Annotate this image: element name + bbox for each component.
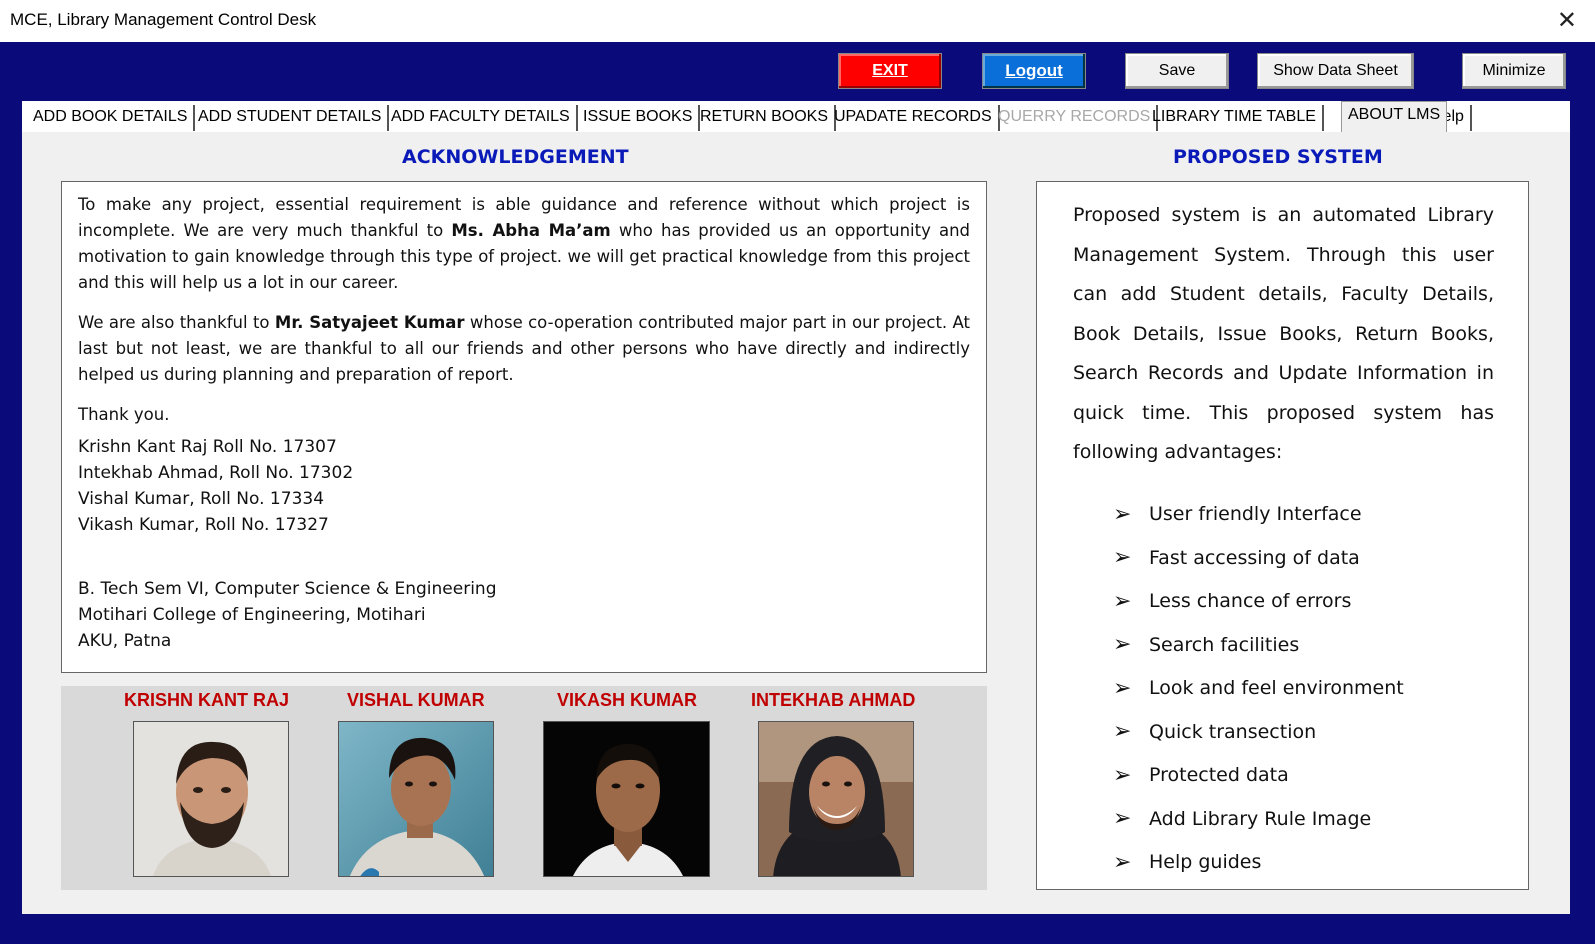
tab-querry-records: QUERRY RECORDS xyxy=(992,105,1159,131)
tab-issue-books[interactable]: ISSUE BOOKS xyxy=(577,105,701,131)
tab-library-time-table[interactable]: LIBRARY TIME TABLE xyxy=(1146,105,1324,131)
college-line: B. Tech Sem VI, Computer Science & Engin… xyxy=(78,579,497,599)
advantage-text: Protected data xyxy=(1149,764,1289,787)
logout-button[interactable]: Logout xyxy=(982,53,1086,89)
college-info: B. Tech Sem VI, Computer Science & Engin… xyxy=(78,576,970,654)
advantage-text: Add Library Rule Image xyxy=(1149,807,1372,830)
arrow-bullet-icon: ➢ xyxy=(1113,849,1132,875)
advantage-item: ➢ User friendly Interface xyxy=(1073,493,1494,537)
member-name: VISHAL KUMAR xyxy=(347,690,485,710)
advantage-text: Fast accessing of data xyxy=(1149,546,1360,569)
acknowledgement-text-box: To make any project, essential requireme… xyxy=(61,181,987,673)
advantages-list: ➢ User friendly Interface ➢ Fast accessing… xyxy=(1073,493,1494,885)
save-label: Save xyxy=(1158,62,1196,79)
arrow-bullet-icon: ➢ xyxy=(1113,588,1132,614)
advantage-item: ➢ Add Library Rule Image xyxy=(1073,797,1494,841)
ack-p1-bold: Ms. Abha Ma’am xyxy=(451,221,611,240)
proposed-intro: Proposed system is an automated Library … xyxy=(1073,204,1494,463)
arrow-bullet-icon: ➢ xyxy=(1113,632,1132,658)
tab-add-faculty-details[interactable]: ADD FACULTY DETAILS xyxy=(385,105,578,131)
acknowledgement-heading: ACKNOWLEDGEMENT xyxy=(402,146,629,168)
proposed-system-heading: PROPOSED SYSTEM xyxy=(1173,146,1383,168)
arrow-bullet-icon: ➢ xyxy=(1113,545,1132,571)
member-photo xyxy=(758,721,914,877)
member-photo xyxy=(543,721,710,877)
advantage-item: ➢ Less chance of errors xyxy=(1073,580,1494,624)
arrow-bullet-icon: ➢ xyxy=(1113,762,1132,788)
person-photo-icon xyxy=(759,722,913,876)
person-photo-icon xyxy=(544,722,709,876)
advantage-text: Quick transection xyxy=(1149,720,1317,743)
ack-p2-text-a: We are also thankful to xyxy=(78,313,275,332)
member-photo xyxy=(133,721,289,877)
advantage-item: ➢ Quick transection xyxy=(1073,710,1494,754)
team-roll-list: Krishn Kant Raj Roll No. 17307 Intekhab … xyxy=(78,434,970,538)
close-icon[interactable]: ✕ xyxy=(1557,6,1577,34)
arrow-bullet-icon: ➢ xyxy=(1113,501,1132,527)
ack-paragraph-1: To make any project, essential requireme… xyxy=(78,192,970,296)
person-photo-icon xyxy=(339,722,493,876)
roll-line: Intekhab Ahmad, Roll No. 17302 xyxy=(78,463,354,483)
minimize-label: Minimize xyxy=(1482,62,1546,79)
show-data-sheet-label: Show Data Sheet xyxy=(1273,62,1398,79)
advantage-item: ➢ Look and feel environment xyxy=(1073,667,1494,711)
member-photo xyxy=(338,721,494,877)
advantage-item: ➢ Protected data xyxy=(1073,754,1494,798)
member-name: VIKASH KUMAR xyxy=(557,690,698,710)
exit-button[interactable]: EXIT xyxy=(838,53,942,89)
college-line: Motihari College of Engineering, Motihar… xyxy=(78,605,426,625)
minimize-button[interactable]: Minimize xyxy=(1462,53,1566,89)
tab-upadate-records[interactable]: UPADATE RECORDS xyxy=(828,105,1000,131)
advantage-item: ➢ Search facilities xyxy=(1073,623,1494,667)
arrow-bullet-icon: ➢ xyxy=(1113,719,1132,745)
roll-line: Krishn Kant Raj Roll No. 17307 xyxy=(78,437,337,457)
arrow-bullet-icon: ➢ xyxy=(1113,675,1132,701)
advantage-text: Look and feel environment xyxy=(1149,677,1404,700)
advantage-item: ➢ Fast accessing of data xyxy=(1073,536,1494,580)
ack-p2-bold: Mr. Satyajeet Kumar xyxy=(274,313,465,332)
advantage-text: Less chance of errors xyxy=(1149,590,1352,613)
arrow-bullet-icon: ➢ xyxy=(1113,806,1132,832)
advantage-text: Help guides xyxy=(1149,851,1262,874)
tab-add-student-details[interactable]: ADD STUDENT DETAILS xyxy=(192,105,390,131)
tab-about-lms[interactable]: ABOUT LMS xyxy=(1341,101,1448,132)
proposed-system-box: Proposed system is an automated Library … xyxy=(1036,181,1529,890)
roll-line: Vishal Kumar, Roll No. 17334 xyxy=(78,489,325,509)
person-photo-icon xyxy=(134,722,288,876)
ack-thanks: Thank you. xyxy=(78,405,170,424)
ack-paragraph-2: We are also thankful to Mr. Satyajeet Ku… xyxy=(78,310,970,388)
window-title: MCE, Library Management Control Desk xyxy=(10,10,317,29)
tab-add-book-details[interactable]: ADD BOOK DETAILS xyxy=(27,105,196,131)
show-data-sheet-button[interactable]: Show Data Sheet xyxy=(1257,53,1414,89)
member-name: INTEKHAB AHMAD xyxy=(751,690,916,710)
college-line: AKU, Patna xyxy=(78,631,172,651)
logout-label: Logout xyxy=(1005,61,1063,80)
save-button[interactable]: Save xyxy=(1125,53,1229,89)
title-bar: MCE, Library Management Control Desk ✕ xyxy=(0,0,1595,42)
tab-return-books[interactable]: RETURN BOOKS xyxy=(694,105,837,131)
member-name: KRISHN KANT RAJ xyxy=(124,690,290,710)
tab-strip: ADD BOOK DETAILS ADD STUDENT DETAILS ADD… xyxy=(22,101,1570,132)
advantage-text: Search facilities xyxy=(1149,633,1300,656)
advantage-text: User friendly Interface xyxy=(1149,503,1362,526)
roll-line: Vikash Kumar, Roll No. 17327 xyxy=(78,515,329,535)
exit-label: EXIT xyxy=(872,62,908,79)
advantage-item: ➢ Help guides xyxy=(1073,841,1494,885)
